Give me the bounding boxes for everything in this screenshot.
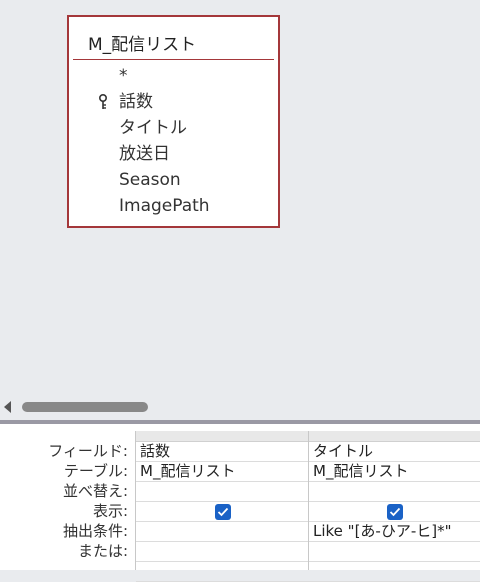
checkmark-icon [389,507,401,517]
grid-row-labels: フィールド: テーブル: 並べ替え: 表示: 抽出条件: または: [0,441,130,561]
grid-columns: 話数 M_配信リスト タイトル M_配信リスト Like "[あ-ひア-ヒ]*" [135,424,480,582]
cell-field[interactable]: 話数 [136,442,309,462]
checkmark-icon [217,507,228,517]
field-item-season[interactable]: Season [119,167,210,193]
cell-criteria[interactable] [136,522,309,542]
field-item-all[interactable]: * [119,63,210,89]
show-checkbox[interactable] [214,504,231,520]
scroll-thumb[interactable] [22,402,148,412]
row-label-field: フィールド: [48,442,128,460]
cell-extra[interactable] [136,562,309,582]
show-checkbox[interactable] [387,504,403,520]
cell-or[interactable] [309,542,480,562]
scroll-left-arrow-icon[interactable] [4,401,11,413]
row-label-or: または: [77,542,128,560]
field-item-imagepath[interactable]: ImagePath [119,193,210,219]
grid-column-2: タイトル M_配信リスト Like "[あ-ひア-ヒ]*" [308,431,480,582]
field-label: 話数 [119,92,153,112]
key-icon [99,94,107,109]
field-item-title[interactable]: タイトル [119,115,210,141]
field-list: * 話数 タイトル 放送日 Season ImagePath [99,63,210,219]
query-design-area[interactable]: M_配信リスト * 話数 タイトル 放送日 Season ImagePath [0,0,480,392]
cell-table[interactable]: M_配信リスト [136,462,309,482]
cell-field[interactable]: タイトル [309,442,480,462]
cell-extra[interactable] [309,562,480,582]
row-label-show: 表示: [92,502,128,520]
cell-show [309,502,480,522]
grid-column-1: 話数 M_配信リスト [135,431,309,582]
row-label-sort: 並べ替え: [62,482,128,500]
design-grid: フィールド: テーブル: 並べ替え: 表示: 抽出条件: または: 話数 M_配… [0,424,480,582]
title-divider [73,59,274,60]
field-item-episode[interactable]: 話数 [99,89,210,115]
horizontal-scrollbar[interactable] [0,396,480,418]
cell-criteria[interactable]: Like "[あ-ひア-ヒ]*" [309,522,480,542]
cell-sort[interactable] [136,482,309,502]
cell-show [136,502,309,522]
cell-sort[interactable] [309,482,480,502]
cell-table[interactable]: M_配信リスト [309,462,480,482]
row-label-table: テーブル: [63,462,128,480]
table-field-list-window[interactable]: M_配信リスト * 話数 タイトル 放送日 Season ImagePath [67,15,280,228]
row-label-criteria: 抽出条件: [62,522,128,540]
field-item-airdate[interactable]: 放送日 [119,141,210,167]
table-title[interactable]: M_配信リスト [88,30,196,55]
cell-or[interactable] [136,542,309,562]
